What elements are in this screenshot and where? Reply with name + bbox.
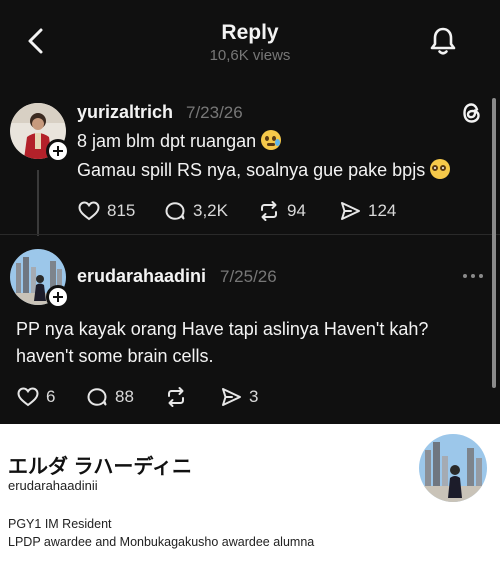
repost-count: 94 bbox=[287, 201, 306, 220]
post-text-line: PP nya kayak orang Have tapi aslinya Hav… bbox=[16, 319, 429, 339]
thread-view: Reply 10,6K views yurizaltrich 7/23/26 8… bbox=[0, 0, 500, 424]
threads-logo-icon[interactable] bbox=[460, 101, 484, 125]
reply-button[interactable]: 3,2K bbox=[163, 198, 228, 224]
post-date: 7/25/26 bbox=[220, 267, 277, 286]
heart-icon bbox=[78, 201, 100, 221]
profile-display-name: エルダ ラハーディニ bbox=[8, 456, 192, 478]
post-username[interactable]: erudarahaadini bbox=[77, 266, 206, 287]
repost-button[interactable] bbox=[164, 384, 194, 410]
post-text-line: 8 jam blm dpt ruangan bbox=[77, 129, 282, 154]
pleading-face-emoji bbox=[430, 159, 451, 179]
post-text-line: Gamau spill RS nya, soalnya gue pake bpj… bbox=[77, 158, 451, 183]
share-button[interactable]: 3 bbox=[219, 384, 258, 410]
post-actions: 815 3,2K 94 124 bbox=[77, 198, 477, 224]
profile-bio-line: PGY1 IM Resident bbox=[8, 517, 112, 531]
page-title: Reply bbox=[221, 21, 279, 44]
like-count: 815 bbox=[107, 201, 136, 220]
thread-connector bbox=[37, 170, 39, 236]
post-text-line: haven't some brain cells. bbox=[16, 346, 214, 366]
share-count: 124 bbox=[368, 201, 397, 220]
reply-count: 88 bbox=[115, 387, 134, 406]
comment-icon bbox=[87, 388, 107, 406]
top-bar: Reply 10,6K views bbox=[0, 0, 500, 84]
scrollbar[interactable] bbox=[492, 98, 496, 388]
comment-icon bbox=[165, 202, 185, 220]
more-icon[interactable] bbox=[460, 266, 486, 286]
like-button[interactable]: 815 bbox=[77, 198, 135, 224]
profile-bio-line: LPDP awardee and Monbukagakusho awardee … bbox=[8, 535, 315, 549]
view-count: 10,6K views bbox=[209, 47, 291, 64]
follow-plus-icon[interactable] bbox=[46, 285, 70, 309]
profile-handle[interactable]: erudarahaadinii bbox=[8, 478, 98, 493]
reply-button[interactable]: 88 bbox=[85, 384, 134, 410]
post-date: 7/23/26 bbox=[186, 103, 243, 122]
share-icon bbox=[341, 202, 360, 220]
like-button[interactable]: 6 bbox=[16, 384, 55, 410]
post-username[interactable]: yurizaltrich bbox=[77, 102, 173, 123]
share-icon bbox=[222, 388, 241, 406]
repost-icon bbox=[261, 201, 277, 221]
follow-plus-icon[interactable] bbox=[46, 139, 70, 163]
crying-face-emoji bbox=[261, 130, 282, 150]
profile-avatar[interactable] bbox=[419, 434, 487, 502]
share-count: 3 bbox=[249, 387, 259, 406]
repost-icon bbox=[168, 387, 184, 407]
bell-icon[interactable] bbox=[427, 25, 459, 57]
like-count: 6 bbox=[46, 387, 56, 406]
repost-button[interactable]: 94 bbox=[257, 198, 306, 224]
share-button[interactable]: 124 bbox=[338, 198, 396, 224]
post-actions: 6 88 3 bbox=[16, 384, 316, 410]
reply-count: 3,2K bbox=[193, 201, 228, 220]
profile-card: エルダ ラハーディニ erudarahaadinii PGY1 IM Resid… bbox=[0, 424, 500, 561]
post-divider bbox=[0, 234, 500, 235]
heart-icon bbox=[17, 387, 39, 407]
